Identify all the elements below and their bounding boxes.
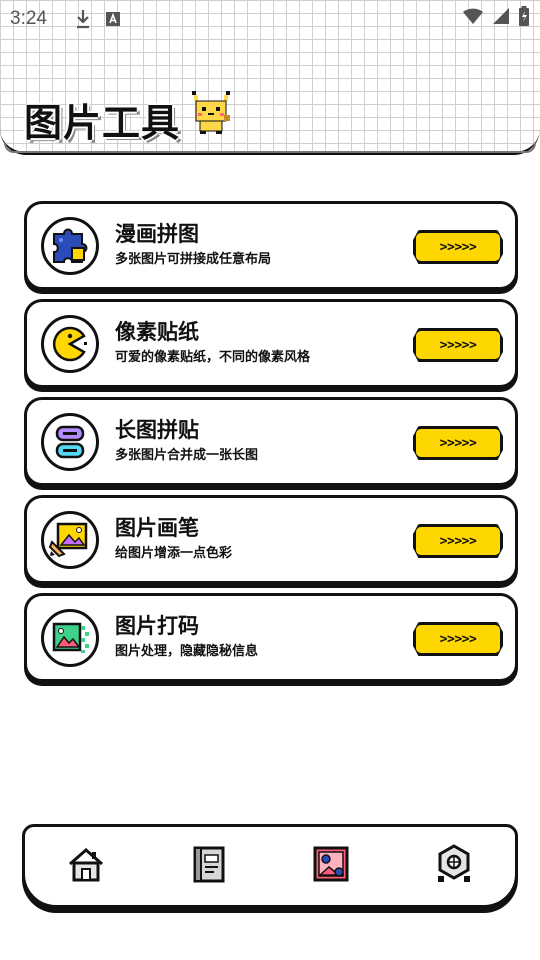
card-text: 图片打码 图片处理，隐藏隐秘信息 [115, 612, 258, 660]
settings-icon [432, 842, 476, 890]
puzzle-icon [41, 217, 99, 275]
download-icon [75, 9, 91, 29]
picture-pencil-icon [41, 511, 99, 569]
card-text: 长图拼贴 多张图片合并成一张长图 [115, 416, 258, 464]
wifi-icon [462, 7, 484, 31]
card-subtitle: 给图片增添一点色彩 [115, 546, 233, 561]
tool-card-image-brush[interactable]: 图片画笔 给图片增添一点色彩 >>>>> [24, 495, 518, 584]
nav-image[interactable] [301, 836, 361, 896]
tool-card-image-mosaic[interactable]: 图片打码 图片处理，隐藏隐秘信息 >>>>> [24, 593, 518, 682]
tool-card-long-collage[interactable]: 长图拼贴 多张图片合并成一张长图 >>>>> [24, 397, 518, 486]
card-subtitle: 可爱的像素贴纸，不同的像素风格 [115, 350, 311, 365]
pixel-pikachu-icon [186, 87, 236, 141]
nav-settings[interactable] [424, 836, 484, 896]
card-text: 图片画笔 给图片增添一点色彩 [115, 514, 232, 562]
go-button[interactable]: >>>>> [413, 622, 503, 656]
card-subtitle: 多张图片可拼接成任意布局 [115, 252, 272, 267]
nav-home[interactable] [56, 836, 116, 896]
card-title: 像素贴纸 [115, 320, 199, 344]
card-title: 漫画拼图 [115, 222, 199, 246]
card-subtitle: 多张图片合并成一张长图 [115, 448, 259, 463]
battery-icon [518, 6, 530, 32]
go-button[interactable]: >>>>> [413, 328, 503, 362]
pixelated-picture-icon [41, 609, 99, 667]
status-bar: 3:24 [0, 0, 540, 38]
go-button[interactable]: >>>>> [413, 230, 503, 264]
status-right [462, 6, 530, 32]
card-title: 图片画笔 [115, 516, 199, 540]
card-title: 图片打码 [115, 614, 199, 638]
card-text: 漫画拼图 多张图片可拼接成任意布局 [115, 220, 271, 268]
tool-card-comic-collage[interactable]: 漫画拼图 多张图片可拼接成任意布局 >>>>> [24, 201, 518, 290]
tool-card-pixel-sticker[interactable]: 像素贴纸 可爱的像素贴纸，不同的像素风格 >>>>> [24, 299, 518, 388]
card-text: 像素贴纸 可爱的像素贴纸，不同的像素风格 [115, 318, 310, 366]
home-icon [64, 842, 108, 890]
title-wrap: 图片工具 [24, 90, 236, 147]
image-icon [309, 842, 353, 890]
card-title: 长图拼贴 [115, 418, 199, 442]
go-button[interactable]: >>>>> [413, 524, 503, 558]
signal-icon [492, 7, 510, 31]
nav-book[interactable] [179, 836, 239, 896]
card-subtitle: 图片处理，隐藏隐秘信息 [115, 644, 259, 659]
bottom-nav [22, 824, 518, 908]
go-button[interactable]: >>>>> [413, 426, 503, 460]
page-title: 图片工具 [24, 101, 181, 145]
status-time: 3:24 [10, 8, 47, 29]
a-icon [105, 11, 121, 27]
pacman-icon [41, 315, 99, 373]
header: 3:24 图片工具 [0, 0, 540, 155]
stacked-blocks-icon [41, 413, 99, 471]
book-icon [187, 842, 231, 890]
